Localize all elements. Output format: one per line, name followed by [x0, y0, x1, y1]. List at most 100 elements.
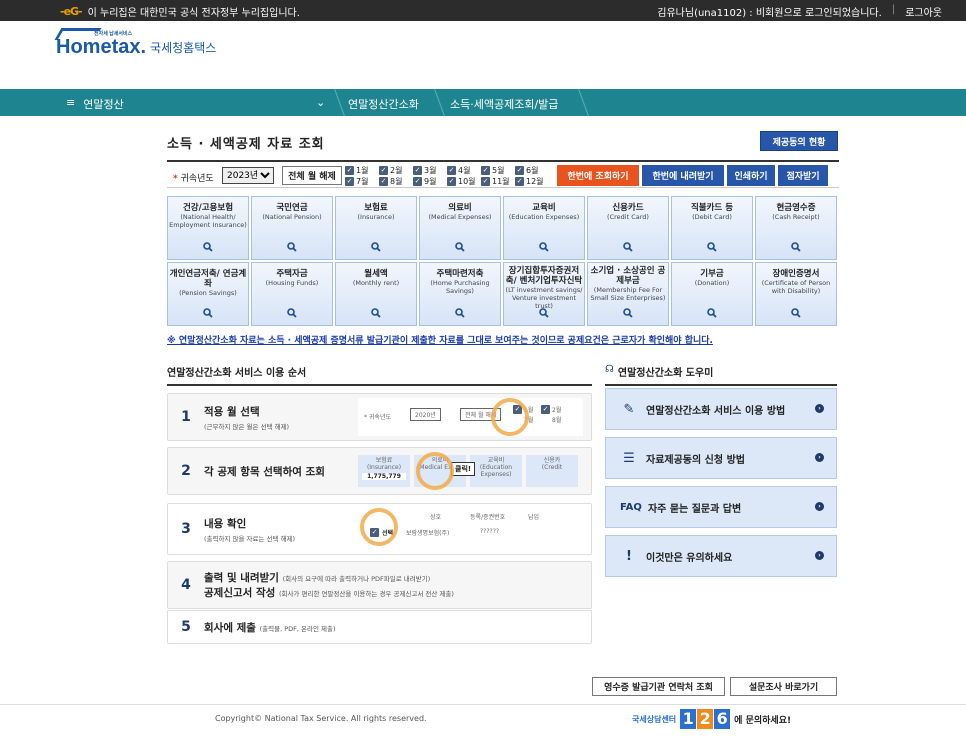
- helper-label: 이것만은 유의하세요: [646, 552, 733, 564]
- category-insurance[interactable]: 보험료 (Insurance): [335, 196, 417, 260]
- arrow-right-icon: ›: [815, 502, 824, 511]
- guide-icon: ✎: [623, 401, 635, 417]
- step-5: 5 회사에 제출 (출력물, PDF, 온라인 제출): [167, 610, 592, 644]
- menu-toggle[interactable]: ≡ 연말정산: [66, 96, 124, 112]
- category-donation[interactable]: 기부금 (Donation): [671, 262, 753, 326]
- logo-small-text: 전자세 납세서비스: [94, 31, 133, 37]
- month-checkbox[interactable]: ✓ 11월: [481, 176, 515, 187]
- call-center-number: 1 2 6: [680, 709, 731, 729]
- helper-title-text: 연말정산간소화 도우미: [617, 368, 714, 379]
- notice-text[interactable]: ※ 연말정산간소화 자료는 소득 · 세액공제 증명서류 발급기관이 제출한 자…: [167, 333, 713, 346]
- highlight-ring: [360, 508, 398, 546]
- illus-category: 신용카 (Credit: [526, 455, 578, 487]
- category-cash-receipt[interactable]: 현금영수증 (Cash Receipt): [755, 196, 837, 260]
- helper-label: 자료제공동의 신청 방법: [646, 454, 745, 466]
- illus-category: 교육비 (Education Expenses): [470, 455, 522, 487]
- hometax-logo-mark: 전자세 납세서비스 Hometax.: [54, 28, 146, 59]
- page-title: 소득 · 세액공제 자료 조회: [167, 137, 325, 152]
- category-pension-savings[interactable]: 개인연금저축/ 연금계좌 (Pension Savings): [167, 262, 249, 326]
- search-icon: [707, 308, 717, 318]
- illus-row: 보람생명보험(주): [406, 530, 450, 537]
- month-checkbox[interactable]: ✓ 7월: [345, 176, 379, 187]
- illus-category: 보험료 (Insurance) 1,775,779: [358, 455, 410, 487]
- breadcrumb-item-2[interactable]: 소득·세액공제조회/발급: [450, 96, 558, 112]
- gov-notice: -eG- 이 누리집은 대한민국 공식 전자정부 누리집입니다.: [60, 4, 300, 19]
- search-icon: [707, 242, 717, 252]
- arrow-right-icon: ›: [815, 551, 824, 560]
- category-disability-certificate[interactable]: 장애인증명서 (Certificate of Person with Disabi…: [755, 262, 837, 326]
- category-medical-expenses[interactable]: 의료비 (Medical Expenses): [419, 196, 501, 260]
- category-housing-funds[interactable]: 주택자금 (Housing Funds): [251, 262, 333, 326]
- category-lt-investment[interactable]: 장기집합투자증권저축/ 벤처기업투자신탁 (LT investment savin…: [503, 262, 585, 326]
- helper-usage-guide[interactable]: ✎ 연말정산간소화 서비스 이용 방법 ›: [605, 388, 837, 430]
- search-icon: [539, 242, 549, 252]
- checkbox-checked-icon: ✓: [515, 177, 524, 186]
- helper-label: 자주 묻는 질문과 답변: [647, 503, 742, 515]
- click-callout: 클릭!: [451, 462, 476, 476]
- search-icon: [371, 308, 381, 318]
- search-icon: [791, 242, 801, 252]
- category-education-expenses[interactable]: 교육비 (Education Expenses): [503, 196, 585, 260]
- search-icon: [455, 308, 465, 318]
- helper-consent-guide[interactable]: ☰ 자료제공동의 신청 방법 ›: [605, 437, 837, 479]
- service-order-title: 연말정산간소화 서비스 이용 순서: [167, 364, 592, 386]
- checkbox-checked-icon: ✓: [345, 177, 354, 186]
- clear-all-months-button[interactable]: 전체 월 해제: [282, 166, 342, 185]
- category-health-insurance[interactable]: 건강/고용보험 (National Health/ Employment Insu…: [167, 196, 249, 260]
- issuer-contacts-button[interactable]: 영수증 발급기관 연락처 조회: [592, 677, 725, 696]
- category-debit-card[interactable]: 직불카드 등 (Debit Card): [671, 196, 753, 260]
- download-all-button[interactable]: 한번에 내려받기: [642, 165, 724, 186]
- step-2-illustration: 보험료 (Insurance) 1,775,779 의료비 (Medical Expe…: [358, 452, 583, 490]
- helper-caution[interactable]: ! 이것만은 유의하세요 ›: [605, 535, 837, 577]
- illus-row-value: ??????: [480, 528, 500, 535]
- logout-link[interactable]: 로그아웃: [905, 4, 942, 19]
- month-checkbox[interactable]: ✓ 1월: [345, 165, 379, 176]
- month-checkbox[interactable]: ✓ 4월: [447, 165, 481, 176]
- illus-header: 상호: [430, 514, 442, 521]
- gov-notice-text: 이 누리집은 대한민국 공식 전자정부 누리집입니다.: [87, 8, 300, 19]
- logo-name: 국세청홈택스: [150, 41, 217, 55]
- provider-status-button[interactable]: 제공동의 현황: [760, 131, 838, 151]
- step-2: 2 각 공제 항목 선택하여 조회 보험료 (Insurance) 1,775,77…: [167, 447, 592, 495]
- month-checkbox[interactable]: ✓ 9월: [413, 176, 447, 187]
- breadcrumb-item-1[interactable]: 연말정산간소화: [348, 96, 419, 112]
- month-checkbox[interactable]: ✓ 2월: [379, 165, 413, 176]
- category-home-purchasing-savings[interactable]: 주택마련저축 (Home Purchasing Savings): [419, 262, 501, 326]
- month-checkbox[interactable]: ✓ 10월: [447, 176, 481, 187]
- step-title: 회사에 제출: [204, 621, 256, 634]
- category-credit-card[interactable]: 신용카드 (Credit Card): [587, 196, 669, 260]
- braille-button[interactable]: 점자받기: [778, 165, 828, 186]
- checkbox-checked-icon: ✓: [413, 166, 422, 175]
- checkbox-checked-icon: ✓: [379, 177, 388, 186]
- checkbox-checked-icon: ✓: [481, 177, 490, 186]
- hometax-logo[interactable]: 전자세 납세서비스 Hometax. 국세청홈택스: [54, 28, 217, 59]
- step-3: 3 내용 확인 (출력하지 않을 자료는 선택 해제) 상호 등록/증권번호 납입…: [167, 503, 592, 555]
- month-checkbox[interactable]: ✓ 12월: [515, 176, 549, 187]
- year-select[interactable]: 2023년: [222, 167, 274, 184]
- print-button[interactable]: 인쇄하기: [727, 165, 775, 186]
- month-checkbox[interactable]: ✓ 5월: [481, 165, 515, 176]
- search-icon: [371, 242, 381, 252]
- step-subtitle: (출력하지 않을 자료는 선택 해제): [204, 534, 296, 543]
- category-small-enterprise[interactable]: 소기업 · 소상공인 공제부금 (Membership Fee For Small…: [587, 262, 669, 326]
- step-3-illustration: 상호 등록/증권번호 납입 ✓ 선택 보람생명보험(주) ??????: [358, 508, 583, 546]
- highlight-ring: [491, 398, 529, 436]
- search-icon: [203, 308, 213, 318]
- highlight-ring: [416, 452, 454, 490]
- step-number: 4: [181, 577, 191, 593]
- search-icon: [455, 242, 465, 252]
- view-all-button[interactable]: 한번에 조회하기: [557, 165, 639, 186]
- checkbox-checked-icon: ✓: [413, 177, 422, 186]
- main-navbar: ≡ 연말정산 ⌄ 연말정산간소화 소득·세액공제조회/발급: [0, 89, 966, 116]
- checkbox-checked-icon: ✓: [379, 166, 388, 175]
- user-status: 김유나님(una1102) : 비회원으로 로그인되었습니다.: [657, 8, 882, 19]
- category-national-pension[interactable]: 국민연금 (National Pension): [251, 196, 333, 260]
- number-digit: 6: [714, 709, 731, 729]
- month-checkbox[interactable]: ✓ 8월: [379, 176, 413, 187]
- survey-button[interactable]: 설문조사 바로가기: [730, 677, 837, 696]
- user-area: 김유나님(una1102) : 비회원으로 로그인되었습니다. | 로그아웃: [657, 4, 942, 19]
- month-checkbox[interactable]: ✓ 6월: [515, 165, 549, 176]
- category-monthly-rent[interactable]: 월세액 (Monthly rent): [335, 262, 417, 326]
- helper-faq[interactable]: FAQ 자주 묻는 질문과 답변 ›: [605, 486, 837, 528]
- month-checkbox[interactable]: ✓ 3월: [413, 165, 447, 176]
